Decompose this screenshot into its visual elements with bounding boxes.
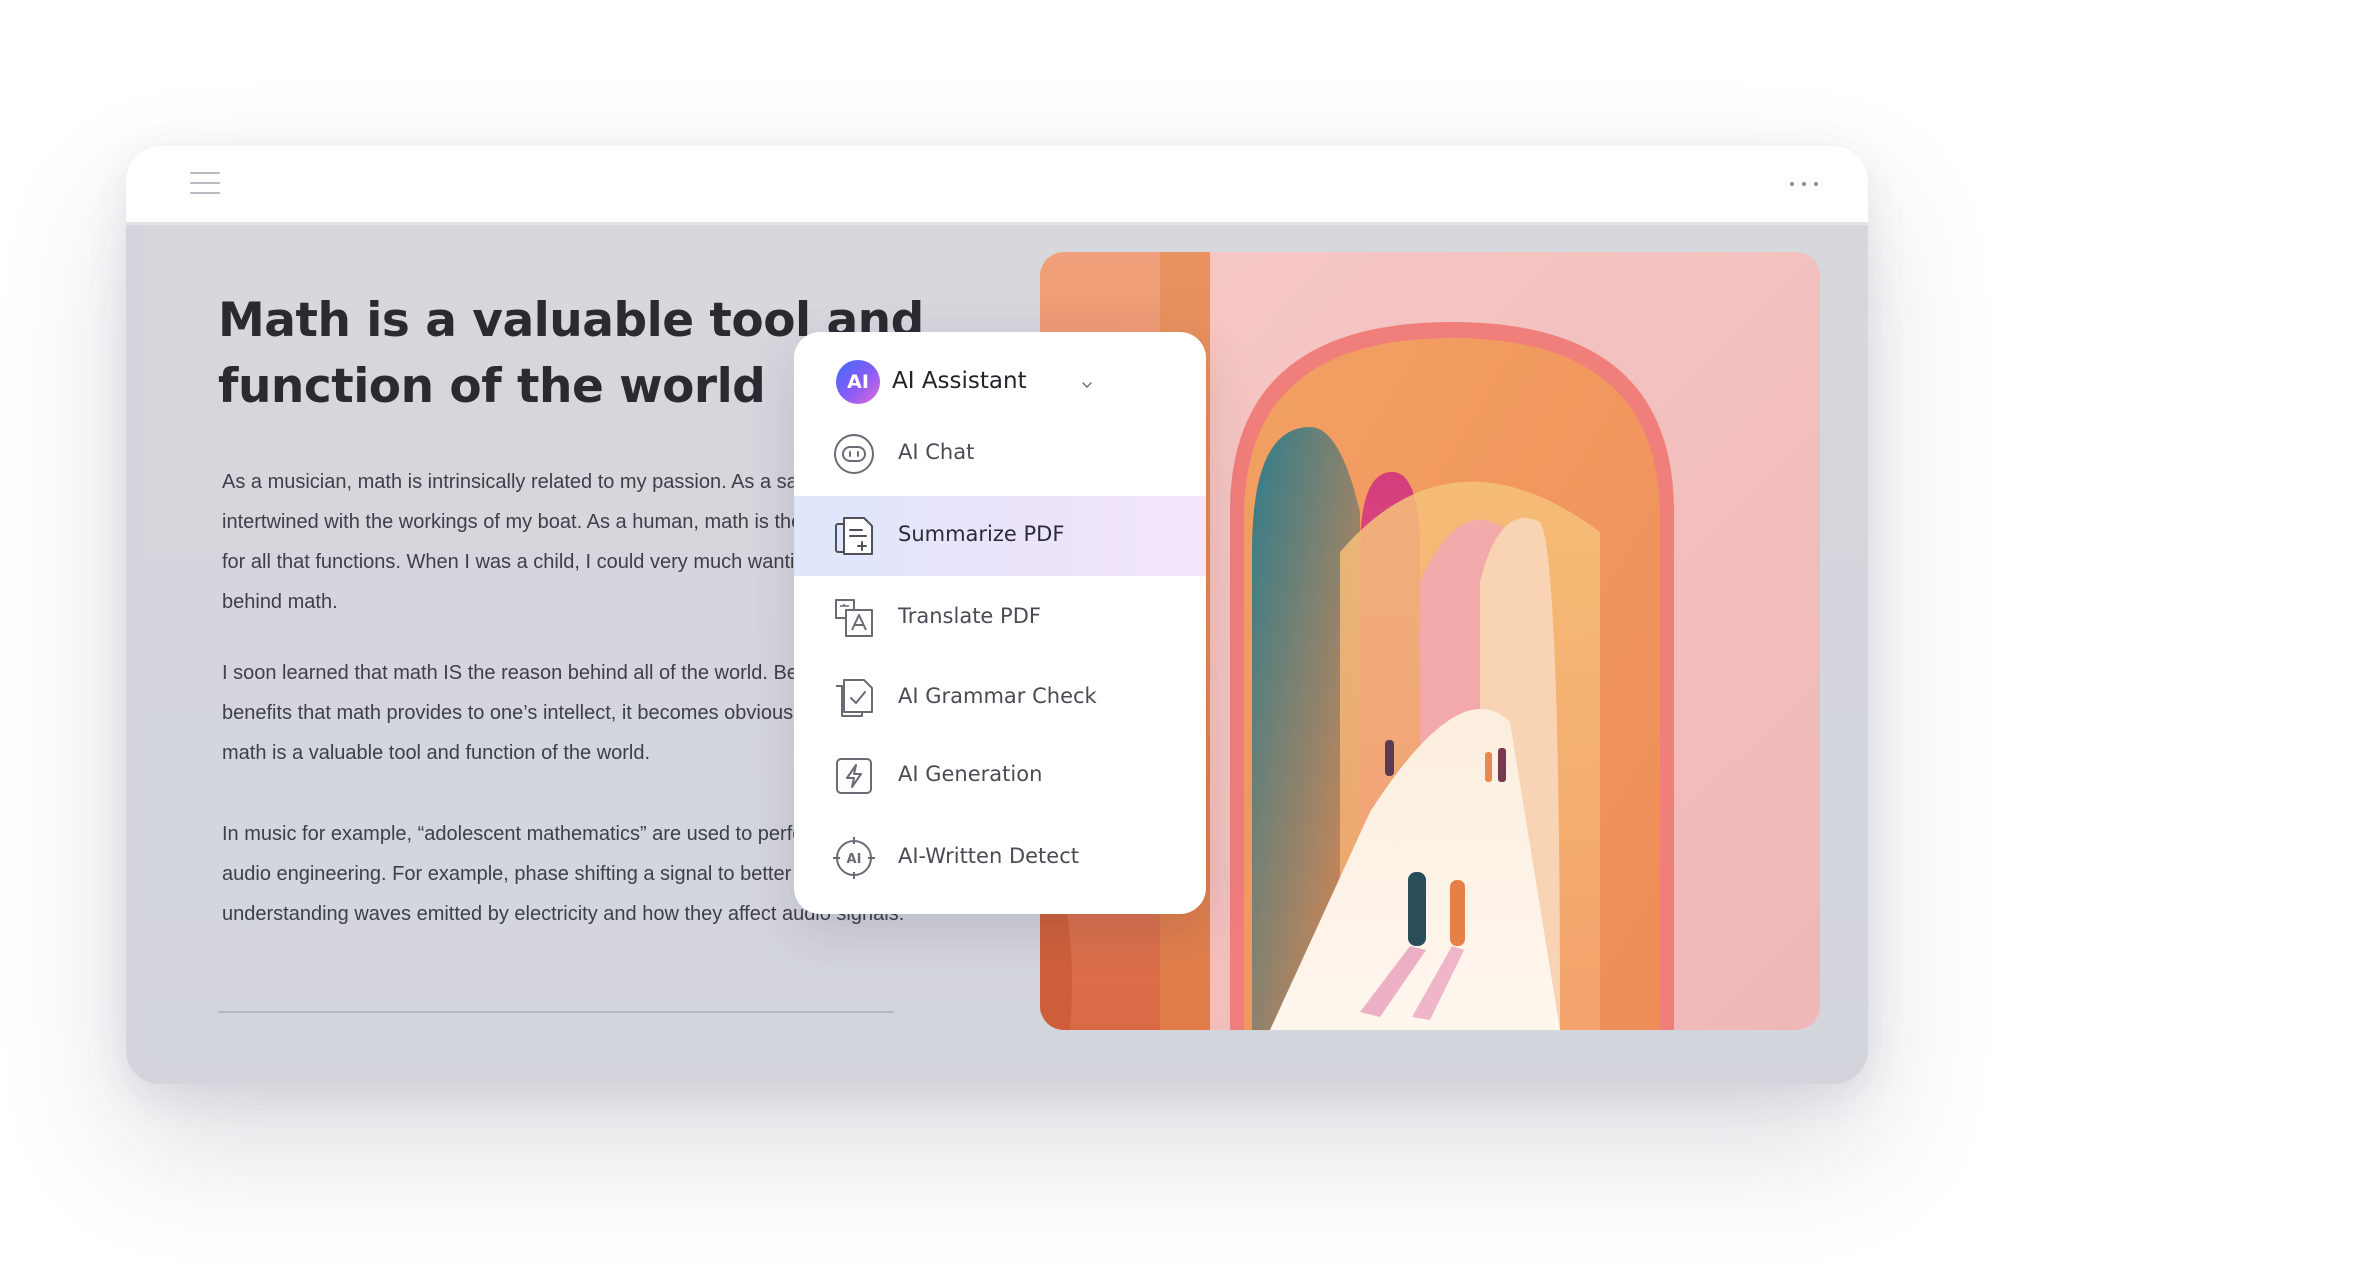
menu-item-ai-grammar-check[interactable]: AI Grammar Check	[794, 658, 1206, 738]
robot-chat-icon	[834, 434, 874, 474]
menu-item-summarize-pdf[interactable]: Summarize PDF	[794, 496, 1206, 576]
ai-detect-icon: AI	[833, 837, 875, 879]
lightning-generate-icon	[836, 758, 872, 794]
ai-badge-icon: AI	[836, 360, 880, 404]
menu-item-ai-chat[interactable]: AI Chat	[794, 414, 1206, 494]
menu-item-ai-written-detect[interactable]: AI AI-Written Detect	[794, 818, 1206, 898]
menu-item-label: AI-Written Detect	[898, 844, 1079, 868]
menu-item-label: AI Chat	[898, 440, 975, 464]
top-toolbar	[126, 146, 1868, 225]
more-options-icon[interactable]	[1788, 168, 1820, 198]
grammar-check-icon	[836, 679, 873, 717]
section-divider	[218, 1011, 894, 1013]
chevron-down-icon	[1082, 382, 1092, 388]
menu-item-label: AI Grammar Check	[898, 684, 1097, 708]
menu-item-label: AI Generation	[898, 762, 1043, 786]
menu-title: AI Assistant	[892, 368, 1027, 394]
ai-assistant-menu: AI AI Assistant AI Chat Summarize PDF Tr…	[794, 332, 1206, 914]
hamburger-menu-icon[interactable]	[190, 170, 220, 196]
menu-item-label: Summarize PDF	[898, 522, 1065, 546]
ai-assistant-dropdown[interactable]: AI AI Assistant	[836, 354, 1176, 410]
menu-item-translate-pdf[interactable]: Translate PDF	[794, 578, 1206, 658]
svg-text:AI: AI	[847, 852, 862, 867]
menu-item-label: Translate PDF	[898, 604, 1041, 628]
menu-item-ai-generation[interactable]: AI Generation	[794, 736, 1206, 816]
translate-icon	[835, 599, 873, 637]
summarize-document-icon	[835, 517, 873, 555]
